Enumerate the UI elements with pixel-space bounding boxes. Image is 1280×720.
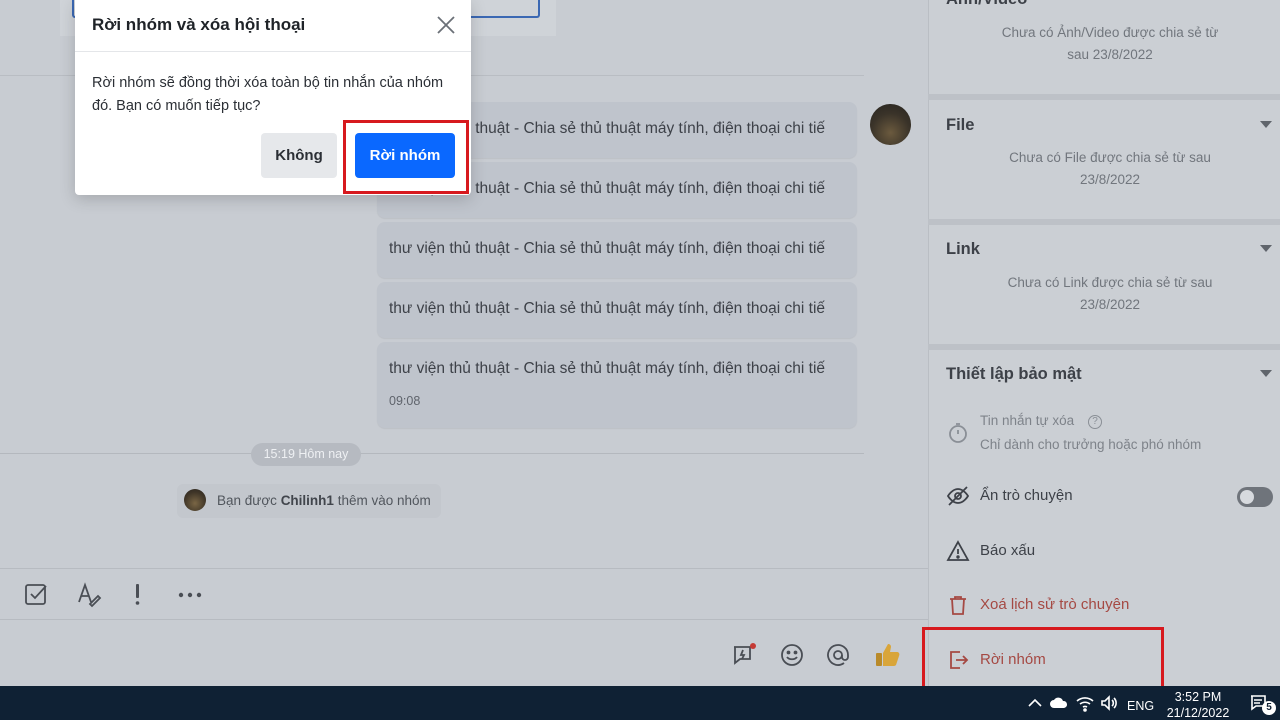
time-divider-label: 15:19 Hôm nay — [251, 443, 361, 466]
self-delete-note: Chỉ dành cho trưởng hoặc phó nhóm — [980, 437, 1202, 452]
system-avatar — [184, 489, 206, 511]
message-time: 09:08 — [389, 394, 421, 408]
system-user[interactable]: Chilinh1 — [281, 493, 334, 508]
confirm-button-highlight — [343, 120, 469, 194]
warning-icon — [946, 539, 970, 563]
quick-message-icon[interactable] — [731, 642, 757, 668]
help-icon[interactable]: ? — [1088, 415, 1102, 429]
dialog-body: Rời nhóm sẽ đồng thời xóa toàn bộ tin nh… — [92, 75, 444, 114]
language-indicator[interactable]: ENG — [1127, 699, 1154, 713]
media-section-title[interactable]: Ảnh/Video — [946, 0, 1027, 9]
delete-history-label: Xoá lịch sử trò chuyện — [980, 596, 1130, 613]
notification-badge: 5 — [1262, 701, 1276, 715]
self-delete-label: Tin nhắn tự xóa — [980, 413, 1075, 428]
message-text: thư viện thủ thuật - Chia sẻ thủ thuật m… — [389, 240, 826, 257]
message-bubble[interactable]: thư viện thủ thuật - Chia sẻ thủ thuật m… — [377, 342, 857, 428]
wifi-icon[interactable] — [1075, 693, 1095, 713]
eye-off-icon — [946, 484, 970, 508]
message-bubble[interactable]: thư viện thủ thuật - Chia sẻ thủ thuật m… — [377, 282, 857, 338]
timer-icon — [946, 421, 970, 445]
system-prefix: Bạn được — [217, 493, 277, 508]
file-empty-text: Chưa có File được chia sẻ từ sau 23/8/20… — [1009, 150, 1211, 187]
message-text: thư viện thủ thuật - Chia sẻ thủ thuật m… — [389, 360, 826, 377]
text-format-icon[interactable] — [75, 580, 103, 608]
time-divider-line — [0, 453, 864, 454]
leave-group-highlight — [922, 627, 1164, 695]
system-notification: Bạn được Chilinh1 thêm vào nhóm — [177, 484, 441, 518]
taskbar-date: 21/12/2022 — [1166, 706, 1230, 720]
security-caret-icon[interactable] — [1260, 370, 1272, 377]
system-suffix: thêm vào nhóm — [337, 493, 431, 508]
checklist-icon[interactable] — [23, 580, 51, 608]
report-label: Báo xấu — [980, 542, 1036, 559]
cancel-button[interactable]: Không — [261, 133, 337, 178]
volume-icon[interactable] — [1099, 693, 1119, 713]
link-section-title[interactable]: Link — [946, 240, 980, 259]
more-icon[interactable] — [176, 580, 204, 608]
dialog-divider — [75, 51, 471, 52]
media-empty-text: Chưa có Ảnh/Video được chia sẻ từ sau 23… — [1001, 25, 1219, 62]
sender-avatar[interactable] — [870, 104, 911, 145]
chevron-up-icon[interactable] — [1025, 693, 1045, 713]
close-icon[interactable] — [435, 14, 457, 36]
dialog-title: Rời nhóm và xóa hội thoại — [92, 15, 306, 34]
security-section-title[interactable]: Thiết lập bảo mật — [946, 365, 1082, 384]
trash-icon — [946, 593, 970, 617]
mention-icon[interactable] — [825, 642, 851, 668]
link-empty-text: Chưa có Link được chia sẻ từ sau 23/8/20… — [1007, 275, 1213, 312]
message-text: thư viện thủ thuật - Chia sẻ thủ thuật m… — [389, 300, 826, 317]
file-caret-icon[interactable] — [1260, 121, 1272, 128]
important-icon[interactable] — [124, 580, 152, 608]
cloud-icon[interactable] — [1049, 693, 1069, 713]
link-caret-icon[interactable] — [1260, 245, 1272, 252]
taskbar-time: 3:52 PM — [1174, 690, 1222, 704]
hide-chat-toggle[interactable] — [1237, 487, 1273, 507]
emoji-icon[interactable] — [779, 642, 805, 668]
file-section-title[interactable]: File — [946, 116, 974, 135]
taskbar-clock[interactable]: 3:52 PM 21/12/2022 — [1162, 689, 1234, 720]
message-bubble[interactable]: thư viện thủ thuật - Chia sẻ thủ thuật m… — [377, 222, 857, 278]
hide-chat-label: Ẩn trò chuyện — [980, 487, 1073, 504]
thumbs-up-icon[interactable] — [873, 640, 903, 670]
